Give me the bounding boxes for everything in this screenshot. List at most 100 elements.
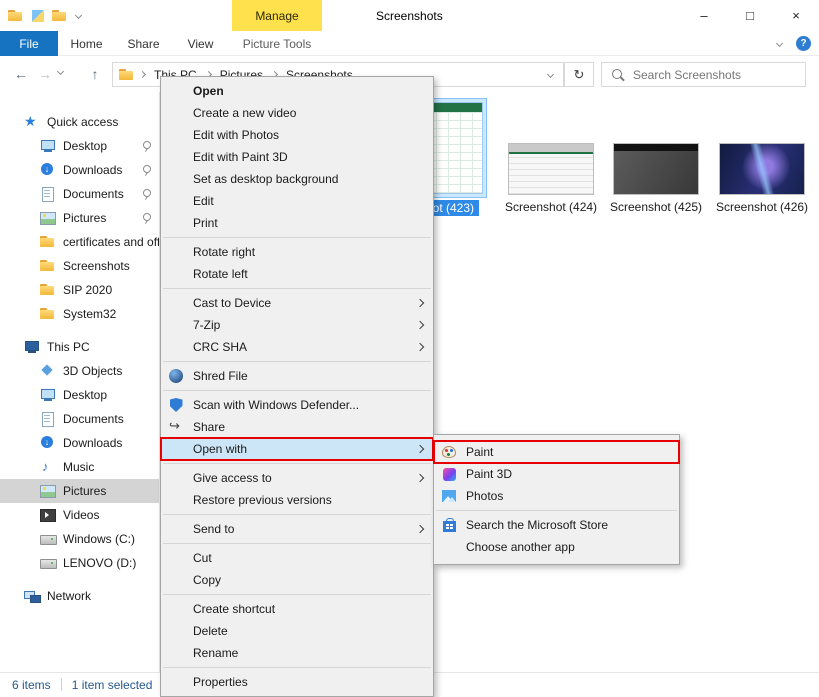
sidebar-item-downloads[interactable]: Downloads bbox=[0, 158, 159, 182]
submenu-arrow-icon bbox=[416, 445, 424, 453]
menu-item-7-zip[interactable]: 7-Zip bbox=[161, 314, 433, 336]
ribbon-collapse-chevron-icon[interactable] bbox=[776, 40, 783, 47]
sidebar-item-label: Network bbox=[47, 589, 91, 603]
paint3d-icon bbox=[443, 468, 456, 481]
sidebar-item-label: Desktop bbox=[63, 388, 107, 402]
sidebar-item-pictures-2[interactable]: Pictures bbox=[0, 479, 159, 503]
submenu-item-photos[interactable]: Photos bbox=[434, 485, 679, 507]
menu-item-label: Search the Microsoft Store bbox=[466, 518, 671, 532]
sidebar-item-screenshots[interactable]: Screenshots bbox=[0, 254, 159, 278]
drive-icon bbox=[40, 556, 56, 570]
pictures-icon bbox=[40, 484, 56, 498]
downloads-icon bbox=[40, 436, 56, 450]
recent-locations-chevron-icon[interactable] bbox=[57, 68, 64, 75]
tab-file[interactable]: File bbox=[0, 31, 58, 56]
sidebar-item-3d-objects[interactable]: 3D Objects bbox=[0, 359, 159, 383]
address-dropdown-chevron-icon[interactable] bbox=[547, 71, 554, 78]
breadcrumb-chevron-icon[interactable] bbox=[139, 71, 146, 78]
file-screenshot-425[interactable]: Screenshot (425) bbox=[610, 143, 702, 214]
menu-item-properties[interactable]: Properties bbox=[161, 671, 433, 693]
submenu-arrow-icon bbox=[416, 343, 424, 351]
menu-item-print[interactable]: Print bbox=[161, 212, 433, 234]
menu-item-copy[interactable]: Copy bbox=[161, 569, 433, 591]
menu-item-create-a-new-video[interactable]: Create a new video bbox=[161, 102, 433, 124]
downloads-icon bbox=[40, 163, 56, 177]
sidebar-item-label: Quick access bbox=[47, 115, 118, 129]
menu-item-label: Rotate left bbox=[193, 267, 425, 281]
menu-item-restore-previous-versions[interactable]: Restore previous versions bbox=[161, 489, 433, 511]
menu-item-send-to[interactable]: Send to bbox=[161, 518, 433, 540]
menu-item-label: Choose another app bbox=[466, 540, 671, 554]
menu-item-crc-sha[interactable]: CRC SHA bbox=[161, 336, 433, 358]
file-screenshot-426[interactable]: Screenshot (426) bbox=[716, 143, 808, 214]
menu-item-label: Open with bbox=[193, 442, 417, 456]
menu-item-cut[interactable]: Cut bbox=[161, 547, 433, 569]
menu-item-rotate-right[interactable]: Rotate right bbox=[161, 241, 433, 263]
star-icon bbox=[24, 115, 40, 129]
tab-picture-tools[interactable]: Picture Tools bbox=[232, 31, 322, 56]
menu-item-edit-with-photos[interactable]: Edit with Photos bbox=[161, 124, 433, 146]
menu-item-rotate-left[interactable]: Rotate left bbox=[161, 263, 433, 285]
sidebar-item-desktop-2[interactable]: Desktop bbox=[0, 383, 159, 407]
pin-icon bbox=[142, 141, 152, 151]
sidebar-item-documents[interactable]: Documents bbox=[0, 182, 159, 206]
menu-item-rename[interactable]: Rename bbox=[161, 642, 433, 664]
up-button[interactable]: ↑ bbox=[84, 64, 106, 84]
close-button[interactable]: × bbox=[773, 0, 819, 31]
sidebar-item-lenovo-d[interactable]: LENOVO (D:) bbox=[0, 551, 159, 575]
menu-item-delete[interactable]: Delete bbox=[161, 620, 433, 642]
sidebar-item-system32[interactable]: System32 bbox=[0, 302, 159, 326]
menu-item-shred-file[interactable]: Shred File bbox=[161, 365, 433, 387]
minimize-button[interactable]: – bbox=[681, 0, 727, 31]
pin-icon bbox=[142, 189, 152, 199]
qat-customize-chevron-icon[interactable] bbox=[75, 12, 82, 19]
manage-contextual-tab[interactable]: Manage bbox=[232, 0, 322, 31]
submenu-item-paint[interactable]: Paint bbox=[434, 441, 679, 463]
menu-item-scan-with-windows-defender[interactable]: Scan with Windows Defender... bbox=[161, 394, 433, 416]
refresh-button[interactable]: ↻ bbox=[564, 62, 594, 87]
menu-item-label: Create a new video bbox=[193, 106, 425, 120]
menu-item-label: Edit with Paint 3D bbox=[193, 150, 425, 164]
tab-home[interactable]: Home bbox=[58, 31, 115, 56]
menu-item-create-shortcut[interactable]: Create shortcut bbox=[161, 598, 433, 620]
submenu-item-search-the-microsoft-store[interactable]: Search the Microsoft Store bbox=[434, 514, 679, 536]
menu-item-give-access-to[interactable]: Give access to bbox=[161, 467, 433, 489]
help-icon[interactable]: ? bbox=[796, 36, 811, 51]
maximize-button[interactable]: □ bbox=[727, 0, 773, 31]
menu-item-edit[interactable]: Edit bbox=[161, 190, 433, 212]
forward-button[interactable]: → bbox=[34, 64, 56, 84]
menu-item-set-as-desktop-background[interactable]: Set as desktop background bbox=[161, 168, 433, 190]
defender-icon bbox=[170, 398, 183, 412]
menu-item-open[interactable]: Open bbox=[161, 80, 433, 102]
search-input[interactable]: Search Screenshots bbox=[601, 62, 806, 87]
documents-icon bbox=[40, 187, 56, 201]
back-button[interactable]: ← bbox=[10, 64, 32, 84]
tab-view[interactable]: View bbox=[172, 31, 229, 56]
sidebar-item-desktop[interactable]: Desktop bbox=[0, 134, 159, 158]
share-icon bbox=[169, 420, 183, 434]
menu-item-edit-with-paint-3d[interactable]: Edit with Paint 3D bbox=[161, 146, 433, 168]
sidebar-item-sip-2020[interactable]: SIP 2020 bbox=[0, 278, 159, 302]
menu-item-label: CRC SHA bbox=[193, 340, 417, 354]
sidebar-item-music[interactable]: Music bbox=[0, 455, 159, 479]
submenu-item-choose-another-app[interactable]: Choose another app bbox=[434, 536, 679, 558]
submenu-item-paint-3d[interactable]: Paint 3D bbox=[434, 463, 679, 485]
pictures-icon bbox=[40, 211, 56, 225]
sidebar-item-downloads-2[interactable]: Downloads bbox=[0, 431, 159, 455]
search-icon bbox=[611, 68, 625, 82]
menu-item-cast-to-device[interactable]: Cast to Device bbox=[161, 292, 433, 314]
sidebar-item-videos[interactable]: Videos bbox=[0, 503, 159, 527]
menu-item-open-with[interactable]: Open with bbox=[161, 438, 433, 460]
file-screenshot-424[interactable]: Screenshot (424) bbox=[505, 143, 597, 214]
menu-item-label: Share bbox=[193, 420, 425, 434]
sidebar-item-certificates[interactable]: certificates and offi bbox=[0, 230, 159, 254]
tab-share[interactable]: Share bbox=[115, 31, 172, 56]
sidebar-item-quick-access[interactable]: Quick access bbox=[0, 110, 159, 134]
sidebar-item-this-pc[interactable]: This PC bbox=[0, 335, 159, 359]
sidebar-item-windows-c[interactable]: Windows (C:) bbox=[0, 527, 159, 551]
sidebar-item-pictures[interactable]: Pictures bbox=[0, 206, 159, 230]
sidebar-item-network[interactable]: Network bbox=[0, 584, 159, 608]
sidebar-item-documents-2[interactable]: Documents bbox=[0, 407, 159, 431]
menu-item-share[interactable]: Share bbox=[161, 416, 433, 438]
sidebar-item-label: Pictures bbox=[63, 211, 106, 225]
